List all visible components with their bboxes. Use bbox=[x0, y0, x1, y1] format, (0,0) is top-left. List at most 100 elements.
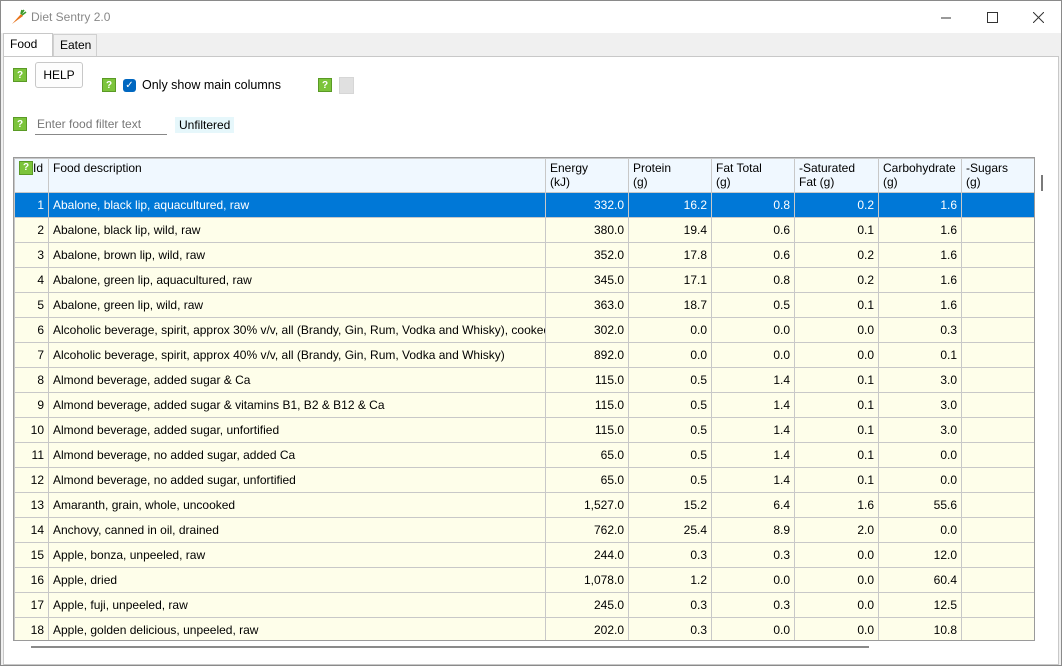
table-cell[interactable]: 202.0 bbox=[545, 617, 629, 640]
maximize-button[interactable] bbox=[969, 1, 1015, 33]
table-row[interactable]: 18 Apple, golden delicious, unpeeled, raw… bbox=[14, 617, 1034, 640]
table-row[interactable]: 8 Almond beverage, added sugar & Ca 115.0 0… bbox=[14, 367, 1034, 393]
table-cell[interactable]: 0.3 bbox=[878, 317, 962, 343]
food-description-cell[interactable]: Apple, golden delicious, unpeeled, raw bbox=[48, 617, 546, 640]
table-cell[interactable]: 0.5 bbox=[628, 392, 712, 418]
table-cell[interactable]: 2.0 bbox=[794, 517, 879, 543]
table-cell[interactable]: 1 bbox=[14, 192, 49, 218]
table-cell[interactable]: 0. bbox=[961, 192, 1034, 218]
table-cell[interactable]: 115.0 bbox=[545, 367, 629, 393]
table-cell[interactable]: 3.0 bbox=[878, 367, 962, 393]
table-cell[interactable]: 17.1 bbox=[628, 267, 712, 293]
table-cell[interactable]: 0.0 bbox=[794, 317, 879, 343]
table-cell[interactable]: 0.5 bbox=[711, 292, 795, 318]
column-header-id[interactable]: ? Id bbox=[14, 158, 49, 193]
table-cell[interactable]: 3. bbox=[961, 492, 1034, 518]
table-cell[interactable]: 762.0 bbox=[545, 517, 629, 543]
table-cell[interactable]: 12 bbox=[14, 467, 49, 493]
table-cell[interactable]: 25.4 bbox=[628, 517, 712, 543]
food-description-cell[interactable]: Apple, bonza, unpeeled, raw bbox=[48, 542, 546, 568]
column-header-sugars[interactable]: -Sugars (g) bbox=[961, 158, 1034, 193]
table-cell[interactable]: 380.0 bbox=[545, 217, 629, 243]
table-cell[interactable]: 3.0 bbox=[878, 392, 962, 418]
table-cell[interactable]: 0.6 bbox=[711, 217, 795, 243]
table-cell[interactable]: 11. bbox=[961, 542, 1034, 568]
food-description-cell[interactable]: Abalone, black lip, aquacultured, raw bbox=[48, 192, 546, 218]
food-description-cell[interactable]: Abalone, green lip, aquacultured, raw bbox=[48, 267, 546, 293]
table-row[interactable]: 6 Alcoholic beverage, spirit, approx 30% … bbox=[14, 317, 1034, 343]
table-cell[interactable]: 16.2 bbox=[628, 192, 712, 218]
food-description-cell[interactable]: Almond beverage, added sugar & vitamins … bbox=[48, 392, 546, 418]
table-cell[interactable]: 17 bbox=[14, 592, 49, 618]
table-cell[interactable]: 0.3 bbox=[628, 617, 712, 640]
table-cell[interactable]: 0.0 bbox=[794, 617, 879, 640]
table-cell[interactable]: 9 bbox=[14, 392, 49, 418]
food-description-cell[interactable]: Almond beverage, added sugar, unfortifie… bbox=[48, 417, 546, 443]
food-description-cell[interactable]: Almond beverage, added sugar & Ca bbox=[48, 367, 546, 393]
column-header-carbohydrate[interactable]: Carbohydrate (g) bbox=[878, 158, 962, 193]
table-cell[interactable]: 0.6 bbox=[711, 242, 795, 268]
table-cell[interactable]: 1.4 bbox=[711, 467, 795, 493]
only-main-columns-checkbox[interactable]: ✓ bbox=[123, 79, 136, 92]
table-row[interactable]: 1 Abalone, black lip, aquacultured, raw 33… bbox=[14, 192, 1034, 218]
table-cell[interactable]: 0. bbox=[961, 342, 1034, 368]
table-cell[interactable]: 0.3 bbox=[711, 592, 795, 618]
table-cell[interactable]: 65.0 bbox=[545, 467, 629, 493]
table-cell[interactable]: 0.0 bbox=[711, 342, 795, 368]
table-cell[interactable]: 0.0 bbox=[794, 567, 879, 593]
food-description-cell[interactable]: Apple, dried bbox=[48, 567, 546, 593]
table-cell[interactable]: 8 bbox=[14, 367, 49, 393]
table-cell[interactable]: 0.2 bbox=[794, 242, 879, 268]
table-cell[interactable]: 5 bbox=[14, 292, 49, 318]
table-row[interactable]: 10 Almond beverage, added sugar, unfortif… bbox=[14, 417, 1034, 443]
table-cell[interactable]: 65.0 bbox=[545, 442, 629, 468]
table-row[interactable]: 2 Abalone, black lip, wild, raw 380.0 19.4 0… bbox=[14, 217, 1034, 243]
table-cell[interactable]: 0.1 bbox=[794, 467, 879, 493]
table-cell[interactable]: 0.1 bbox=[794, 392, 879, 418]
food-description-cell[interactable]: Abalone, black lip, wild, raw bbox=[48, 217, 546, 243]
table-cell[interactable]: 2. bbox=[961, 392, 1034, 418]
table-cell[interactable]: 60.4 bbox=[878, 567, 962, 593]
table-cell[interactable]: 1.6 bbox=[878, 242, 962, 268]
table-cell[interactable]: 15 bbox=[14, 542, 49, 568]
column-header-food-description[interactable]: Food description bbox=[48, 158, 546, 193]
table-cell[interactable]: 0.1 bbox=[794, 292, 879, 318]
table-cell[interactable]: 115.0 bbox=[545, 417, 629, 443]
table-row[interactable]: 14 Anchovy, canned in oil, drained 762.0 25… bbox=[14, 517, 1034, 543]
table-cell[interactable]: 0.3 bbox=[628, 592, 712, 618]
help-icon[interactable]: ? bbox=[13, 68, 27, 82]
table-cell[interactable]: 59. bbox=[961, 567, 1034, 593]
tab-eaten[interactable]: Eaten bbox=[53, 34, 97, 56]
food-description-cell[interactable]: Abalone, green lip, wild, raw bbox=[48, 292, 546, 318]
food-description-cell[interactable]: Amaranth, grain, whole, uncooked bbox=[48, 492, 546, 518]
table-cell[interactable]: 0.0 bbox=[711, 567, 795, 593]
table-cell[interactable]: 1.6 bbox=[878, 267, 962, 293]
table-cell[interactable]: 1.6 bbox=[794, 492, 879, 518]
table-cell[interactable]: 0.8 bbox=[711, 267, 795, 293]
table-row[interactable]: 9 Almond beverage, added sugar & vitamins… bbox=[14, 392, 1034, 418]
table-cell[interactable]: 0.0 bbox=[878, 442, 962, 468]
table-cell[interactable]: 7 bbox=[14, 342, 49, 368]
help-button[interactable]: HELP bbox=[35, 62, 83, 88]
table-cell[interactable]: 3 bbox=[14, 242, 49, 268]
table-cell[interactable]: 0.0 bbox=[628, 317, 712, 343]
food-description-cell[interactable]: Alcoholic beverage, spirit, approx 40% v… bbox=[48, 342, 546, 368]
table-cell[interactable]: 0.5 bbox=[628, 467, 712, 493]
food-description-cell[interactable]: Abalone, brown lip, wild, raw bbox=[48, 242, 546, 268]
food-description-cell[interactable]: Almond beverage, no added sugar, added C… bbox=[48, 442, 546, 468]
table-cell[interactable]: 0.1 bbox=[794, 442, 879, 468]
minimize-button[interactable] bbox=[923, 1, 969, 33]
table-cell[interactable]: 332.0 bbox=[545, 192, 629, 218]
table-row[interactable]: 16Apple, dried1,078.01.20.00.060.459. bbox=[14, 567, 1034, 593]
food-filter-input[interactable] bbox=[35, 113, 167, 135]
table-cell[interactable]: 10 bbox=[14, 417, 49, 443]
table-cell[interactable]: 0. bbox=[961, 242, 1034, 268]
table-cell[interactable]: 13 bbox=[14, 492, 49, 518]
tab-food[interactable]: Food bbox=[3, 33, 53, 57]
table-cell[interactable]: 1.4 bbox=[711, 417, 795, 443]
table-cell[interactable]: 0.0 bbox=[794, 592, 879, 618]
table-row[interactable]: 15 Apple, bonza, unpeeled, raw 244.0 0.3 0.3… bbox=[14, 542, 1034, 568]
table-cell[interactable]: 18.7 bbox=[628, 292, 712, 318]
table-cell[interactable]: 0.1 bbox=[794, 367, 879, 393]
extra-help-icon[interactable]: ? bbox=[318, 78, 332, 92]
